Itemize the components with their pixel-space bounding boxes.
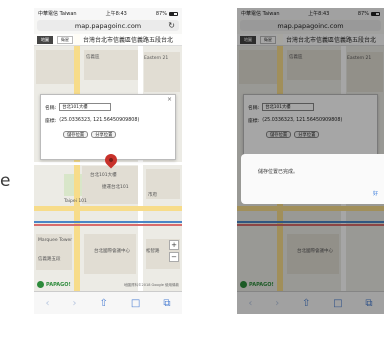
map-attribution[interactable]: 地圖資料©2018 Google 使用條款 — [124, 283, 179, 288]
phone-screenshot-popup: 中華電信 Taiwan 上午8:43 87% map.papagoinc.com… — [34, 8, 182, 314]
map-canvas[interactable]: 地圖 衛星 台灣台北市信義區信義路五段台北 信義區 Eastern 21 台北1… — [34, 34, 182, 291]
close-icon[interactable]: × — [167, 96, 172, 103]
map-label: Eastern 21 — [144, 56, 169, 61]
tab-map[interactable]: 地圖 — [37, 35, 53, 44]
coordinate-label: 座標: — [45, 119, 57, 124]
save-location-button[interactable]: 儲存位置 — [63, 131, 89, 138]
map-label: Marquee Tower — [38, 238, 73, 243]
clock-label: 上午8:43 — [105, 11, 127, 17]
map-label: Taipei 101 — [64, 199, 87, 204]
share-icon[interactable]: ⇧ — [100, 298, 108, 309]
map-label: 信義區 — [86, 55, 100, 60]
phone-screenshot-alert: 中華電信 Taiwan 上午8:43 87% map.papagoinc.com… — [237, 8, 384, 314]
forward-icon[interactable]: › — [73, 298, 77, 309]
status-bar: 中華電信 Taiwan 上午8:43 87% — [34, 8, 182, 19]
map-label: 信義路五段 — [38, 257, 61, 262]
name-field[interactable]: 台北101大樓 — [59, 103, 112, 111]
logo-icon — [37, 281, 44, 288]
map-label: 台北101大樓 — [90, 173, 117, 178]
name-label: 名稱: — [45, 105, 57, 111]
carrier-label: 中華電信 Taiwan — [38, 11, 77, 17]
bookmarks-icon[interactable]: □ — [131, 298, 140, 309]
battery-icon — [168, 11, 178, 16]
reload-icon[interactable]: ↻ — [168, 20, 175, 31]
page-title: 台灣台北市信義區信義路五段台北 — [83, 37, 174, 44]
location-info-popup: × 名稱: 台北101大樓 座標: (25.0336323, 121.56450… — [40, 94, 176, 160]
zoom-out-button[interactable]: − — [169, 252, 179, 262]
tabs-icon[interactable]: ⧉ — [163, 298, 170, 309]
share-location-button[interactable]: 分享位置 — [91, 131, 117, 138]
alert-message: 儲存位置已完成。 — [258, 169, 299, 175]
browser-toolbar: ‹ › ⇧ □ ⧉ — [34, 291, 182, 314]
address-bar[interactable]: map.papagoinc.com ↻ — [37, 20, 179, 31]
zoom-in-button[interactable]: + — [169, 240, 179, 250]
save-complete-alert: 儲存位置已完成。 好 — [241, 154, 384, 204]
map-label: 台北國際會議中心 — [94, 249, 130, 254]
alert-ok-button[interactable]: 好 — [373, 190, 378, 197]
battery-percent: 87% — [155, 10, 167, 17]
papago-logo: PAPAGO! — [37, 281, 71, 288]
map-label: 捷運台北101 — [102, 185, 129, 190]
url-text: map.papagoinc.com — [74, 21, 142, 30]
map-top-strip: 地圖 衛星 台灣台北市信義區信義路五段台北 — [34, 34, 182, 46]
back-icon[interactable]: ‹ — [46, 298, 50, 309]
cropped-edge-letter: e — [0, 171, 11, 191]
map-label: 市府 — [148, 193, 157, 198]
tab-satellite[interactable]: 衛星 — [57, 35, 73, 44]
map-label: 松智路 — [146, 249, 160, 254]
coordinate-value: (25.0336323, 121.56450909808) — [59, 118, 140, 123]
